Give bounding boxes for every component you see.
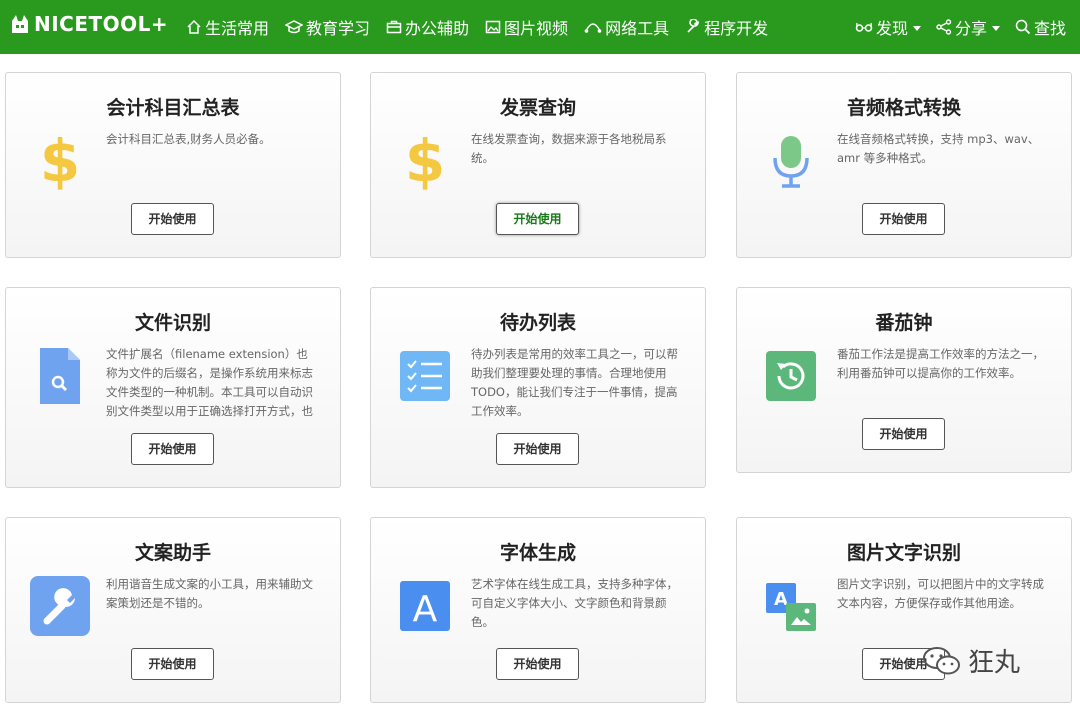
nav-item-label: 教育学习 [306,19,371,38]
svg-text:$: $ [40,131,80,191]
tool-card-ocr: 图片文字识别 A 图片文字识别，可以把图片中的文字转成文本内容，方便保存或作其他… [736,517,1072,703]
chevron-down-icon [991,25,1000,31]
watermark-text: 狂丸 [968,648,1021,678]
card-description: 在线发票查询，数据来源于各地税局系统。 [471,132,667,165]
microphone-icon [759,129,823,193]
wechat-watermark: 狂丸 [922,642,1020,679]
card-description: 艺术字体在线生成工具，支持多种字体，可自定义字体大小、文字颜色和背景颜色。 [471,577,678,629]
search-icon [1015,19,1031,35]
card-title: 文件识别 [134,312,211,334]
dollar-icon: $ [393,129,457,193]
tool-card-file-identify: 文件识别 文件扩展名（filename extension）也称为文件的后缀名，… [5,287,341,488]
start-button[interactable]: 开始使用 [496,203,579,235]
nav-item-life[interactable]: 生活常用 [186,15,269,39]
card-description: 会计科目汇总表,财务人员必备。 [106,132,271,146]
nav-item-label: 分享 [954,19,987,38]
card-title: 会计科目汇总表 [106,97,240,119]
tool-card-accounting: 会计科目汇总表 $ 会计科目汇总表,财务人员必备。 开始使用 [5,72,341,258]
nav-item-label: 办公辅助 [405,19,470,38]
wrench-icon [687,19,700,33]
tool-card-invoice: 发票查询 $ 在线发票查询，数据来源于各地税局系统。 开始使用 [370,72,706,258]
nav-dropdown-discover[interactable]: 发现 [855,15,921,39]
start-button[interactable]: 开始使用 [131,203,214,235]
image-icon [485,20,501,34]
start-button[interactable]: 开始使用 [131,433,214,465]
card-title: 番茄钟 [875,312,933,334]
svg-text:A: A [413,589,438,630]
top-navbar: NICETOOL+ 生活常用 教育学习 办公辅助 图片视频 网络工具 程序开发 [0,0,1080,54]
nav-item-dev[interactable]: 程序开发 [685,15,768,39]
nav-item-media[interactable]: 图片视频 [485,15,568,39]
nav-item-label: 网络工具 [605,19,670,38]
nav-item-label: 生活常用 [205,19,270,38]
card-title: 图片文字识别 [846,542,961,564]
file-search-icon [28,344,92,408]
card-description: 图片文字识别，可以把图片中的文字转成文本内容，方便保存或作其他用途。 [837,577,1044,610]
tool-card-font: 字体生成 A 艺术字体在线生成工具，支持多种字体，可自定义字体大小、文字颜色和背… [370,517,706,703]
card-title: 文案助手 [134,542,211,564]
nav-item-office[interactable]: 办公辅助 [386,15,469,39]
card-title: 发票查询 [499,97,576,119]
card-description: 在线音频格式转换，支持 mp3、wav、amr 等多种格式。 [837,132,1040,165]
svg-text:$: $ [405,131,445,191]
nav-item-network[interactable]: 网络工具 [584,15,669,39]
share-icon [936,19,952,35]
card-description: 番茄工作法是提高工作效率的方法之一，利用番茄钟可以提高你的工作效率。 [837,347,1044,380]
secondary-nav: 发现 分享 查找 [840,0,1066,54]
start-button[interactable]: 开始使用 [496,648,579,680]
tool-card-todo: 待办列表 待办列表是常用的效率工具之一，可以帮助我们整理要处理的事情。合理地使用… [370,287,706,488]
tool-card-copywriting: 文案助手 利用谐音生成文案的小工具，用来辅助文案策划还是不错的。 开始使用 [5,517,341,703]
tool-card-audio: 音频格式转换 在线音频格式转换，支持 mp3、wav、amr 等多种格式。 开始… [736,72,1072,258]
card-description: 利用谐音生成文案的小工具，用来辅助文案策划还是不错的。 [106,577,313,610]
start-button[interactable]: 开始使用 [862,203,945,235]
nav-item-label: 发现 [875,19,908,38]
glasses-icon [855,22,873,32]
logo-text: NICETOOL+ [34,12,169,36]
checklist-icon [393,344,457,408]
network-icon [584,23,602,33]
card-title: 字体生成 [499,542,576,564]
nav-search[interactable]: 查找 [1015,15,1066,39]
nav-item-label: 程序开发 [704,19,769,38]
card-description: 待办列表是常用的效率工具之一，可以帮助我们整理要处理的事情。合理地使用 TODO… [471,347,678,418]
graduation-cap-icon [285,20,304,34]
tool-card-pomodoro: 番茄钟 番茄工作法是提高工作效率的方法之一，利用番茄钟可以提高你的工作效率。 开… [736,287,1072,473]
start-button[interactable]: 开始使用 [862,418,945,450]
svg-text:A: A [774,589,788,610]
nav-item-label: 图片视频 [504,19,569,38]
logo-mark-icon [12,15,28,33]
letter-a-icon: A [393,574,457,638]
history-clock-icon [759,344,823,408]
nav-dropdown-share[interactable]: 分享 [936,15,1000,39]
start-button[interactable]: 开始使用 [131,648,214,680]
wechat-icon [923,646,960,674]
image-to-text-icon: A [759,574,823,638]
main-nav: 生活常用 教育学习 办公辅助 图片视频 网络工具 程序开发 [186,0,784,54]
nav-item-education[interactable]: 教育学习 [285,15,370,39]
home-icon [187,19,201,34]
card-title: 音频格式转换 [846,97,961,119]
dollar-icon: $ [28,129,92,193]
start-button[interactable]: 开始使用 [496,433,579,465]
card-description: 文件扩展名（filename extension）也称为文件的后缀名，是操作系统… [106,347,313,418]
site-logo[interactable]: NICETOOL+ [10,12,168,36]
briefcase-icon [386,20,402,34]
wrench-icon [28,574,92,638]
nav-item-label: 查找 [1033,19,1066,38]
chevron-down-icon [912,25,921,31]
card-title: 待办列表 [499,312,576,334]
